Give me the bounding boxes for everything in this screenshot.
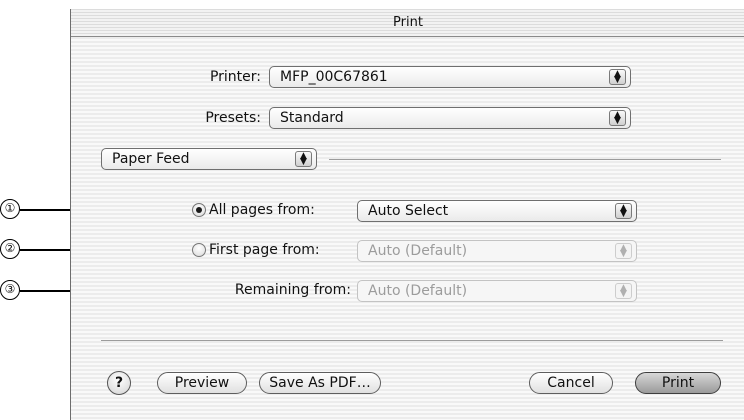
printer-popup[interactable]: MFP_00C67861 ▲ ▼ (269, 66, 631, 88)
popup-arrows-icon: ▲ ▼ (609, 69, 626, 85)
popup-arrows-icon: ▲ ▼ (615, 243, 632, 259)
first-page-radio[interactable] (192, 243, 206, 257)
popup-arrows-icon: ▲ ▼ (615, 283, 632, 299)
all-pages-label: All pages from: (209, 202, 315, 218)
panel-value: Paper Feed (112, 151, 190, 167)
preview-button[interactable]: Preview (157, 372, 247, 394)
presets-label: Presets: (205, 110, 261, 126)
first-page-label: First page from: (209, 242, 320, 258)
printer-label: Printer: (209, 69, 261, 85)
remaining-popup[interactable]: Auto (Default) ▲ ▼ (357, 280, 637, 302)
print-dialog: Print Printer: MFP_00C67861 ▲ ▼ Presets: … (70, 9, 744, 420)
popup-arrows-icon: ▲ ▼ (609, 110, 626, 126)
callout-2: ② (0, 239, 20, 259)
all-pages-value: Auto Select (368, 203, 449, 219)
presets-value: Standard (280, 110, 344, 126)
cancel-button[interactable]: Cancel (529, 372, 613, 394)
first-page-value: Auto (Default) (368, 243, 468, 259)
popup-arrows-icon: ▲ ▼ (615, 203, 632, 219)
radio-selected-dot (196, 207, 202, 213)
callout-1: ① (0, 199, 20, 219)
remaining-label: Remaining from: (234, 282, 351, 298)
save-as-pdf-button[interactable]: Save As PDF… (259, 372, 381, 394)
first-page-popup[interactable]: Auto (Default) ▲ ▼ (357, 240, 637, 262)
print-button[interactable]: Print (635, 372, 721, 394)
popup-arrows-icon: ▲ ▼ (295, 151, 312, 167)
panel-popup[interactable]: Paper Feed ▲ ▼ (101, 148, 317, 170)
printer-value: MFP_00C67861 (280, 69, 388, 85)
remaining-value: Auto (Default) (368, 283, 468, 299)
callout-3: ③ (0, 280, 20, 300)
help-button[interactable]: ? (107, 371, 131, 395)
panel-separator (329, 159, 721, 160)
bottom-separator (101, 340, 723, 341)
all-pages-popup[interactable]: Auto Select ▲ ▼ (357, 200, 637, 222)
presets-popup[interactable]: Standard ▲ ▼ (269, 107, 631, 129)
all-pages-radio[interactable] (192, 203, 206, 217)
dialog-title: Print (71, 9, 744, 37)
